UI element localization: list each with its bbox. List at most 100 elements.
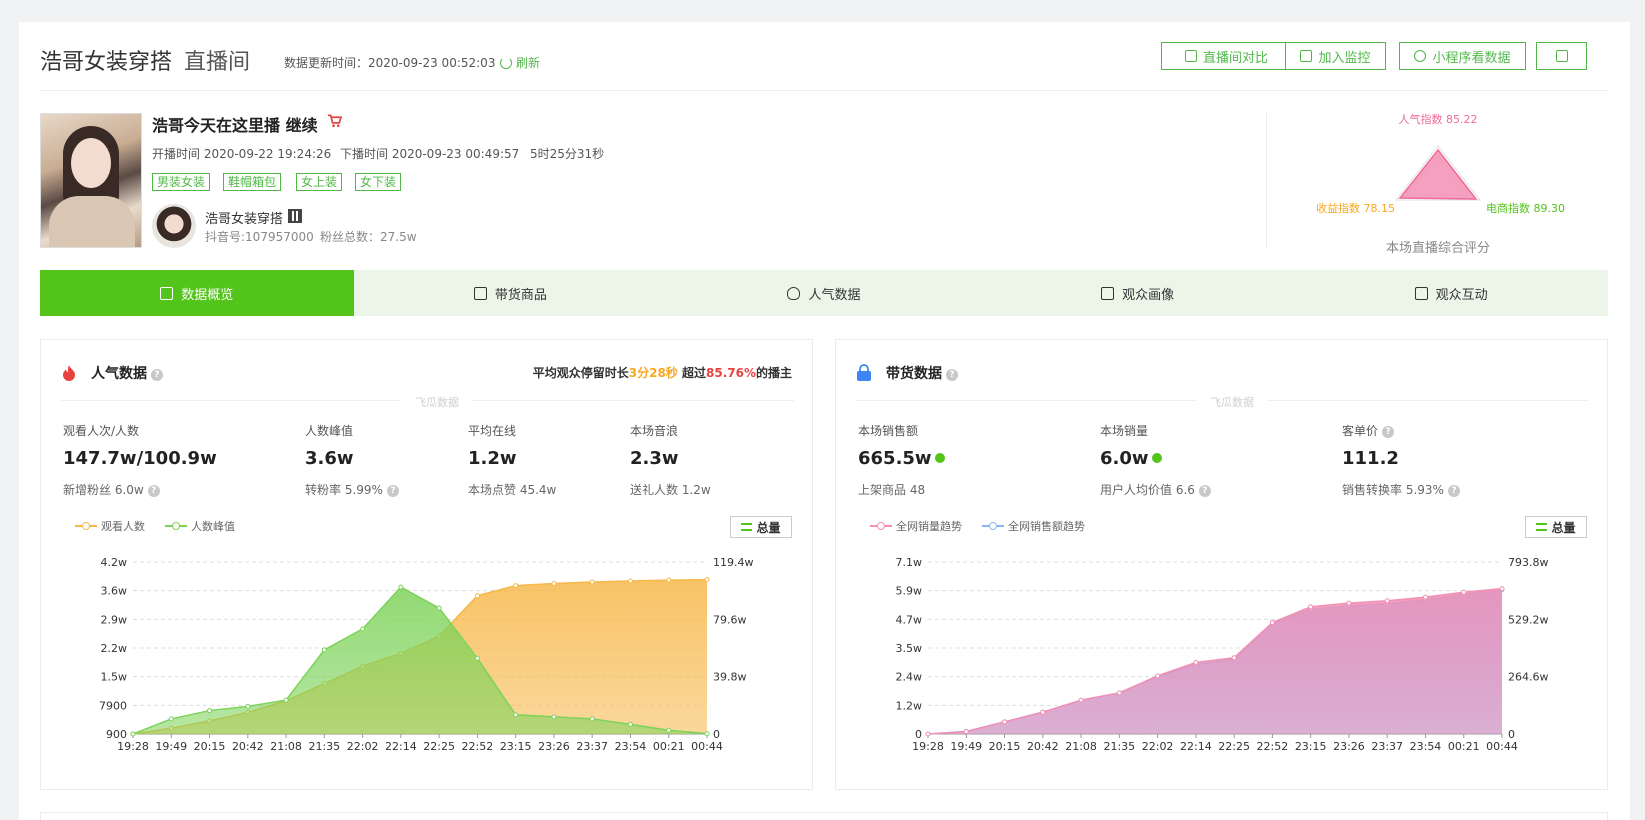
data-point[interactable] — [666, 727, 672, 733]
help-icon[interactable]: ? — [1447, 485, 1460, 497]
data-point[interactable] — [1116, 690, 1122, 696]
x-tick-label: 22:25 — [1218, 740, 1250, 753]
x-tick-label: 19:28 — [912, 740, 944, 753]
tab-label: 观众画像 — [1122, 287, 1175, 303]
data-point[interactable] — [1422, 594, 1428, 600]
data-point[interactable] — [589, 579, 595, 585]
qrcode-icon[interactable] — [288, 209, 302, 223]
x-tick-label: 21:35 — [308, 740, 340, 753]
anchor-name[interactable]: 浩哥女装穿搭 — [205, 208, 283, 227]
data-point[interactable] — [1499, 586, 1505, 592]
tag-item[interactable]: 女下装 — [355, 173, 402, 191]
data-point[interactable] — [436, 605, 442, 611]
popularity-chart: 90079001.5w2.2w2.9w3.6w4.2w039.8w79.6w11… — [99, 556, 754, 753]
metric-label: 本场销售额 — [858, 424, 919, 438]
watermark-text: 飞瓜数据 — [401, 394, 473, 410]
tab-popularity[interactable]: 人气数据 — [667, 270, 981, 316]
data-point[interactable] — [963, 729, 969, 735]
tag-item[interactable]: 鞋帽箱包 — [223, 173, 282, 191]
verified-icon — [934, 453, 945, 463]
data-point[interactable] — [474, 593, 480, 599]
start-time: 开播时间 2020-09-22 19:24:26 — [152, 147, 332, 161]
tab-audience[interactable]: 观众画像 — [981, 270, 1295, 316]
x-tick-label: 23:37 — [1371, 740, 1403, 753]
data-point[interactable] — [925, 731, 931, 737]
data-point[interactable] — [1308, 604, 1314, 610]
data-point[interactable] — [627, 721, 633, 727]
data-point[interactable] — [551, 580, 557, 586]
data-point[interactable] — [704, 731, 710, 737]
help-icon[interactable]: ? — [147, 485, 160, 497]
legend-item-viewers[interactable]: 观看人数 — [75, 518, 145, 534]
compare-button[interactable]: 直播间对比 — [1161, 42, 1292, 70]
total-toggle-button[interactable]: 总量 — [730, 516, 792, 538]
anchor-avatar[interactable] — [152, 204, 196, 248]
data-point[interactable] — [1040, 709, 1046, 715]
total-toggle-button[interactable]: 总量 — [1525, 516, 1587, 538]
fans-count: 粉丝总数：27.5w — [320, 230, 417, 244]
x-tick-label: 21:08 — [270, 740, 302, 753]
data-point[interactable] — [1231, 655, 1237, 661]
cart-icon[interactable] — [327, 114, 342, 128]
data-point[interactable] — [283, 697, 289, 703]
data-point[interactable] — [1078, 697, 1084, 703]
monitor-button[interactable]: 加入监控 — [1285, 42, 1386, 70]
data-point[interactable] — [1346, 600, 1352, 606]
data-point[interactable] — [513, 583, 519, 589]
data-point[interactable] — [551, 714, 557, 720]
miniprogram-button[interactable]: 小程序看数据 — [1399, 42, 1526, 70]
data-point[interactable] — [207, 708, 213, 714]
legend-item-peak[interactable]: 人数峰值 — [165, 518, 235, 534]
data-point[interactable] — [398, 584, 404, 590]
data-point[interactable] — [1269, 620, 1275, 626]
legend-item-volume[interactable]: 全网销量趋势 — [870, 518, 962, 534]
page-subtitle: 直播间 — [184, 50, 251, 75]
tab-label: 带货商品 — [494, 287, 547, 303]
live-cover-image[interactable] — [40, 113, 142, 248]
x-tick-label: 00:21 — [653, 740, 685, 753]
help-icon[interactable]: ? — [946, 369, 958, 381]
tab-interaction[interactable]: 观众互动 — [1294, 270, 1608, 316]
x-tick-label: 23:15 — [500, 740, 532, 753]
x-tick-label: 22:25 — [423, 740, 455, 753]
data-point[interactable] — [474, 655, 480, 661]
tab-label: 人气数据 — [808, 287, 861, 303]
x-tick-label: 00:44 — [691, 740, 723, 753]
help-icon[interactable]: ? — [1198, 485, 1211, 497]
legend-item-revenue[interactable]: 全网销售额趋势 — [982, 518, 1085, 534]
help-icon[interactable]: ? — [386, 485, 399, 497]
header-divider — [40, 90, 1608, 91]
data-point[interactable] — [513, 712, 519, 718]
metric-sub: 用户人均价值 6.6? — [1100, 481, 1211, 498]
panel-title: 人气数据? — [91, 363, 163, 383]
data-point[interactable] — [1155, 673, 1161, 679]
help-icon[interactable]: ? — [151, 369, 163, 381]
x-tick-label: 20:42 — [1027, 740, 1059, 753]
data-point[interactable] — [1461, 589, 1467, 595]
help-icon[interactable]: ? — [1382, 426, 1395, 438]
data-point[interactable] — [627, 578, 633, 584]
tab-products[interactable]: 带货商品 — [354, 270, 668, 316]
data-point[interactable] — [130, 731, 136, 737]
data-point[interactable] — [1384, 598, 1390, 604]
data-point[interactable] — [360, 626, 366, 632]
x-tick-label: 23:54 — [1410, 740, 1442, 753]
data-point[interactable] — [245, 703, 251, 709]
tag-item[interactable]: 男装女装 — [152, 173, 211, 191]
data-point[interactable] — [1193, 660, 1199, 666]
data-point[interactable] — [589, 716, 595, 722]
data-point[interactable] — [1002, 719, 1008, 725]
data-point[interactable] — [321, 647, 327, 653]
data-point[interactable] — [666, 577, 672, 583]
tab-overview[interactable]: 数据概览 — [40, 270, 354, 316]
share-button[interactable] — [1536, 42, 1587, 70]
refresh-button[interactable]: 刷新 — [500, 54, 540, 71]
data-point[interactable] — [168, 716, 174, 722]
radar-caption: 本场直播综合评分 — [1386, 241, 1490, 256]
radar-popularity: 人气指数 85.22 — [1399, 112, 1478, 126]
x-tick-label: 22:14 — [1180, 740, 1212, 753]
metric-sub: 转粉率 5.99%? — [305, 481, 399, 498]
update-time: 数据更新时间：2020-09-23 00:52:03 — [284, 56, 496, 70]
tag-item[interactable]: 女上装 — [296, 173, 343, 191]
data-point[interactable] — [704, 577, 710, 583]
